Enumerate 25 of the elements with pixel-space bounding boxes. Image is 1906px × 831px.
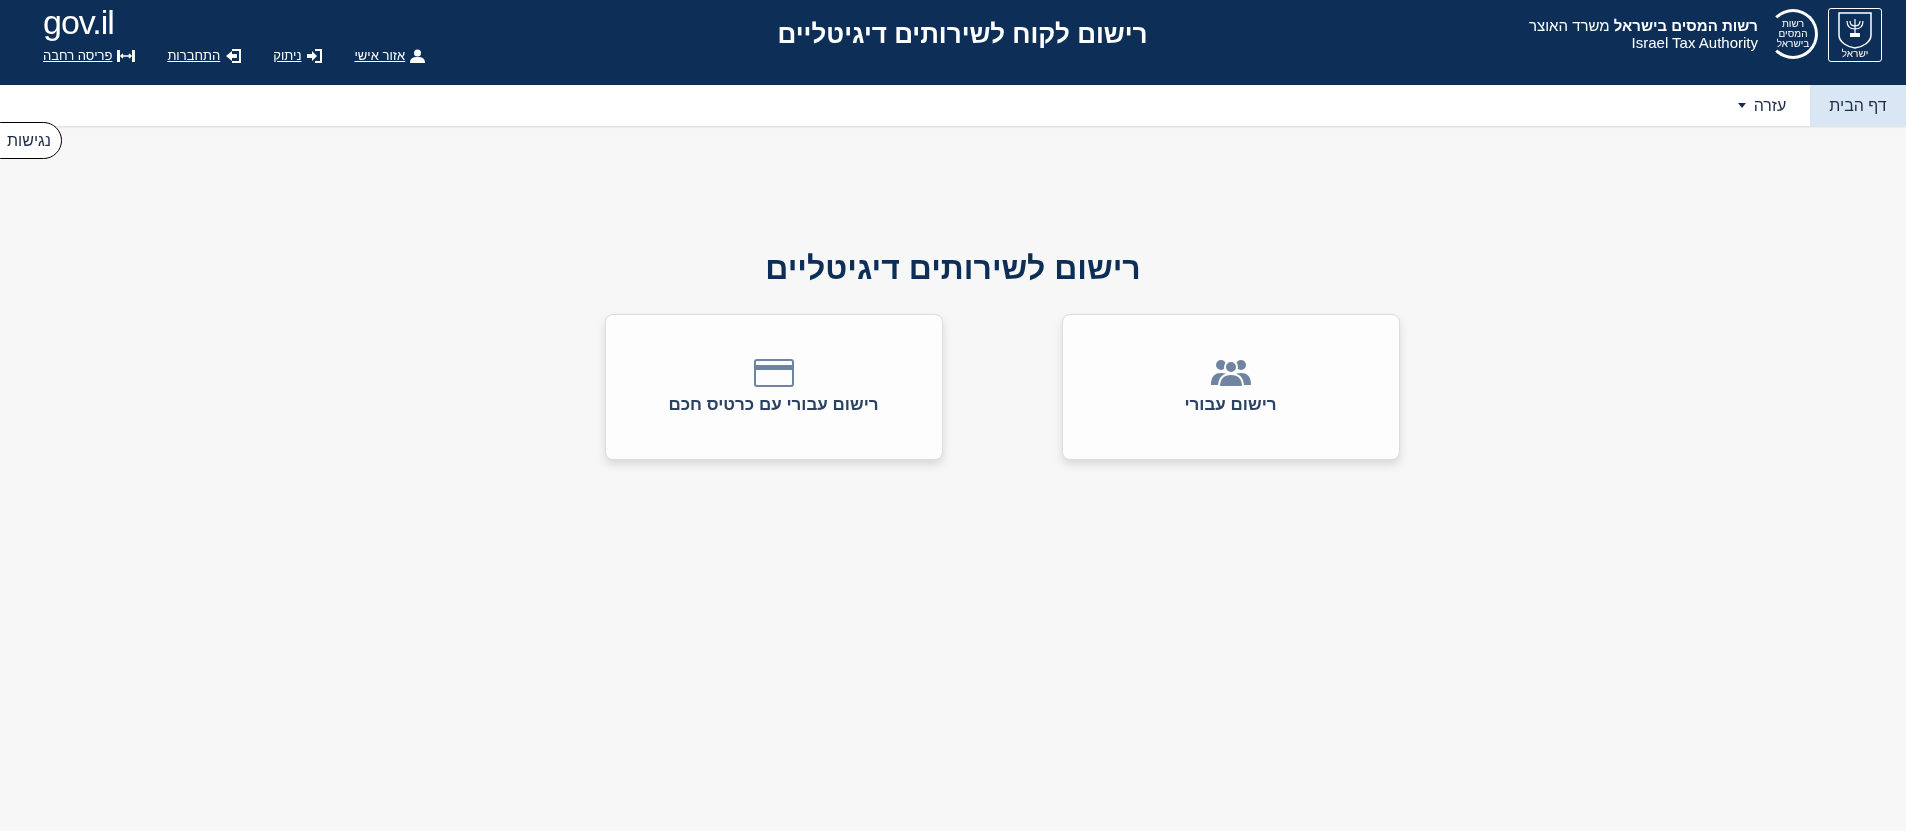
menorah-emblem-icon	[1835, 11, 1875, 49]
sign-out-icon	[225, 48, 242, 63]
page-title: רישום לקוח לשירותים דיגיטליים	[777, 18, 1148, 50]
emblem-caption: ישראל	[1841, 49, 1869, 59]
header-link[interactable]: אזור אישי	[354, 48, 426, 63]
header-link[interactable]: ניתוק	[273, 48, 323, 63]
logo-text: המסים	[1778, 29, 1808, 39]
nav-tab[interactable]: עזרה	[1714, 85, 1810, 126]
option-card[interactable]: רישום עבורי	[1061, 314, 1400, 460]
user-icon	[410, 48, 426, 63]
sign-in-icon	[306, 48, 323, 63]
section-heading: רישום לשירותים דיגיטליים	[765, 250, 1141, 287]
nav-tab[interactable]: דף הבית	[1810, 85, 1906, 126]
logo-text: רשות	[1781, 19, 1805, 29]
header-link[interactable]: התחברות	[167, 48, 242, 63]
logo-text: בישראל	[1776, 39, 1810, 49]
credit-card-icon	[753, 359, 794, 387]
accessibility-button[interactable]: נגישות	[0, 122, 63, 159]
gov-logo[interactable]: gov.il	[43, 2, 114, 42]
wide-layout-icon	[117, 48, 136, 63]
header-link[interactable]: פריסה רחבה	[43, 48, 136, 63]
people-icon	[1210, 359, 1251, 387]
option-card[interactable]: רישום עבורי עם כרטיס חכם	[604, 314, 943, 460]
authority-name-english: Israel Tax Authority	[1630, 34, 1758, 51]
authority-name: רשות המסים בישראל משרד האוצר	[1528, 17, 1758, 34]
